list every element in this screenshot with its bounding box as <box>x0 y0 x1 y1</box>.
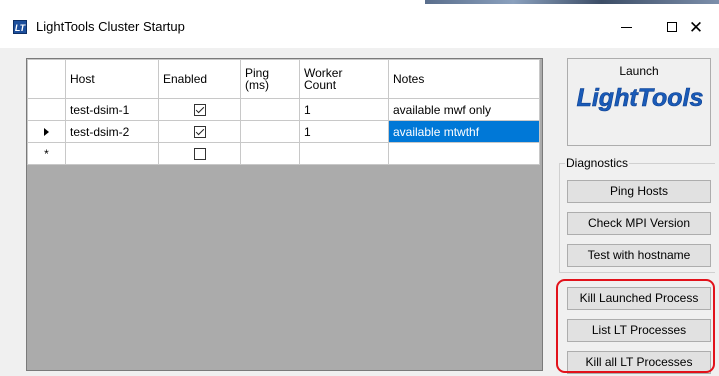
column-header-enabled[interactable]: Enabled <box>158 59 241 99</box>
worker-header-line2: Count <box>304 78 337 92</box>
ping-cell[interactable] <box>240 142 300 165</box>
column-header-ping[interactable]: Ping (ms) <box>240 59 300 99</box>
ping-cell[interactable] <box>240 98 300 121</box>
host-cell[interactable]: test-dsim-1 <box>65 98 159 121</box>
enabled-checkbox[interactable] <box>193 104 206 117</box>
current-row-pointer-icon <box>44 127 49 136</box>
ping-hosts-button[interactable]: Ping Hosts <box>567 180 711 203</box>
column-header-host[interactable]: Host <box>65 59 159 99</box>
check-mpi-version-button[interactable]: Check MPI Version <box>567 212 711 235</box>
hosts-table: Host Enabled Ping (ms) Worker Count Notes … <box>27 59 540 165</box>
row-header[interactable] <box>27 98 66 121</box>
host-cell[interactable]: test-dsim-2 <box>65 120 159 143</box>
launch-label: Launch <box>619 64 659 78</box>
enabled-cell[interactable] <box>158 142 241 165</box>
check-icon <box>195 105 204 114</box>
test-with-hostname-button[interactable]: Test with hostname <box>567 244 711 267</box>
enabled-checkbox[interactable] <box>193 148 206 161</box>
grid-corner-header[interactable] <box>27 59 66 99</box>
table-row[interactable]: test-dsim-1 1 available mwf only <box>27 98 540 121</box>
worker-count-cell[interactable] <box>299 142 389 165</box>
logo-text: LightTools <box>577 84 704 112</box>
lighttools-logo: LightTools <box>576 84 704 113</box>
hosts-grid[interactable]: Host Enabled Ping (ms) Worker Count Notes … <box>26 58 543 371</box>
enabled-checkbox[interactable] <box>193 126 206 139</box>
table-row[interactable]: test-dsim-2 1 available mtwthf <box>27 120 540 143</box>
minimize-button[interactable] <box>603 6 649 48</box>
background-app-strip <box>425 0 719 4</box>
minimize-icon <box>620 26 632 28</box>
host-cell[interactable] <box>65 142 159 165</box>
diagnostics-legend: Diagnostics <box>565 156 630 170</box>
notes-cell[interactable]: available mwf only <box>388 98 540 121</box>
column-header-notes[interactable]: Notes <box>388 59 540 99</box>
worker-count-cell[interactable]: 1 <box>299 98 389 121</box>
check-icon <box>195 127 204 136</box>
grid-header-row: Host Enabled Ping (ms) Worker Count Notes <box>27 59 540 99</box>
table-row-new[interactable]: * <box>27 142 540 165</box>
enabled-cell[interactable] <box>158 98 241 121</box>
enabled-cell[interactable] <box>158 120 241 143</box>
notes-cell[interactable] <box>388 142 540 165</box>
column-header-worker-count[interactable]: Worker Count <box>299 59 389 99</box>
launch-button[interactable]: Launch LightTools <box>567 58 711 146</box>
highlight-annotation-box <box>556 279 715 373</box>
ping-header-line2: (ms) <box>245 78 269 92</box>
close-icon: ✕ <box>688 17 704 37</box>
ping-cell[interactable] <box>240 120 300 143</box>
notes-cell-selected[interactable]: available mtwthf <box>388 120 540 143</box>
new-row-asterisk-icon[interactable]: * <box>27 142 66 165</box>
lighttools-app-icon: LT <box>13 20 27 34</box>
close-button[interactable]: ✕ <box>673 6 719 48</box>
window-title: LightTools Cluster Startup <box>36 19 185 34</box>
worker-count-cell[interactable]: 1 <box>299 120 389 143</box>
row-header-current[interactable] <box>27 120 66 143</box>
